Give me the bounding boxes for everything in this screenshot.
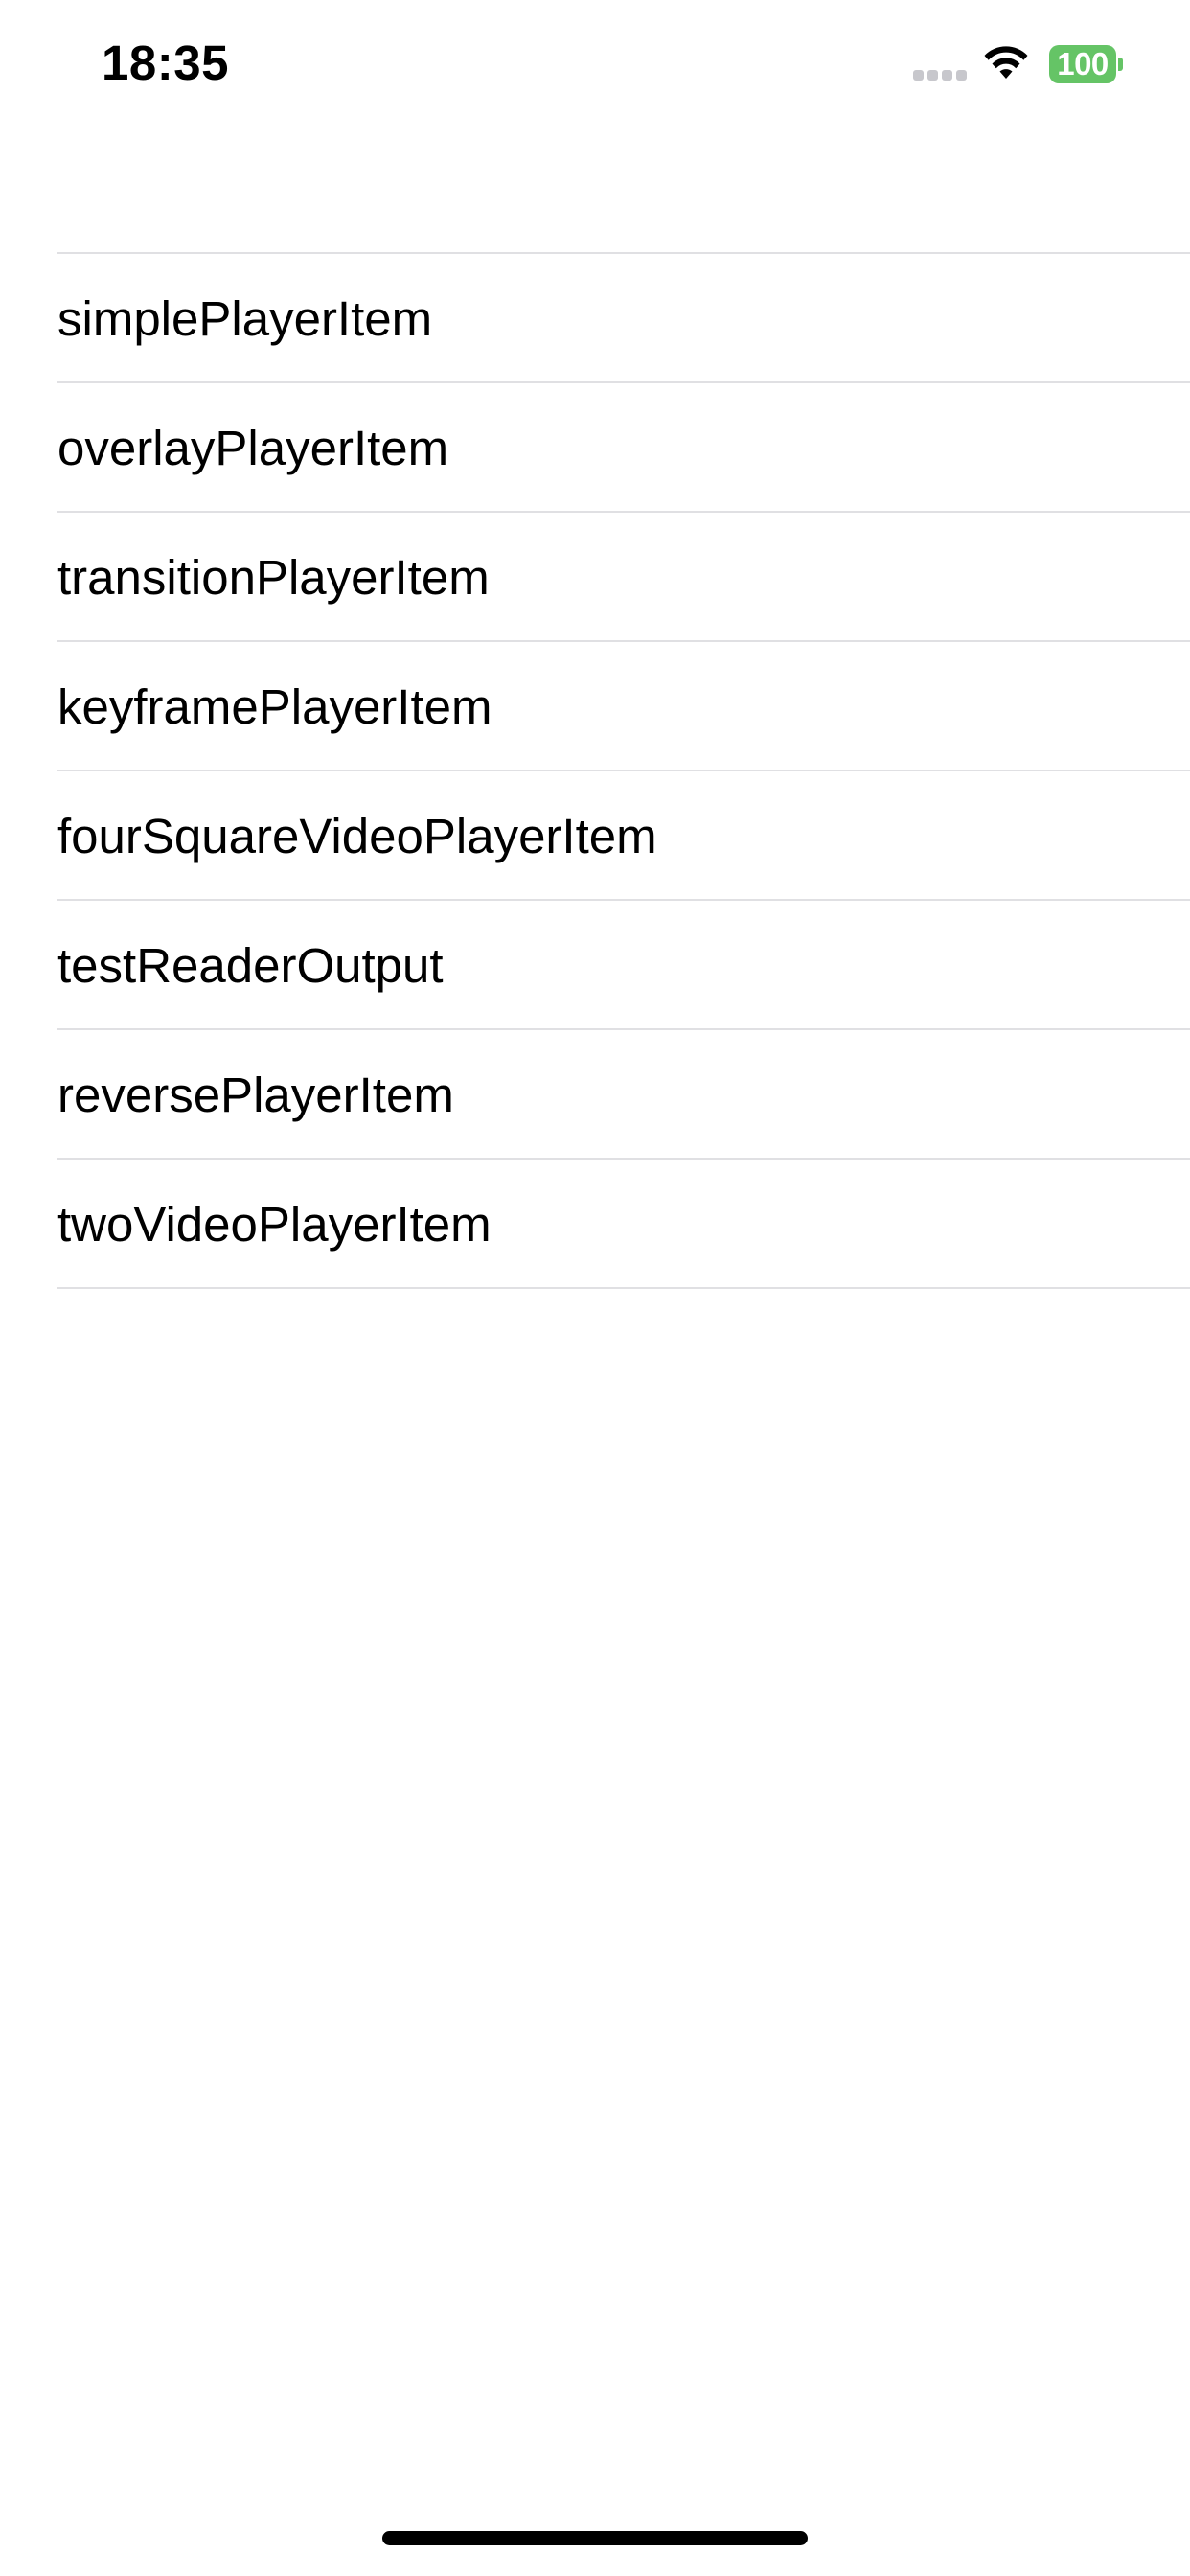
list-item-label: transitionPlayerItem: [57, 550, 490, 605]
wifi-icon: [984, 46, 1028, 79]
list-item-label: overlayPlayerItem: [57, 421, 449, 475]
list-item-four-square-video-player-item[interactable]: fourSquareVideoPlayerItem: [0, 771, 1190, 901]
list-item-label: reversePlayerItem: [57, 1068, 454, 1122]
list-item-label: twoVideoPlayerItem: [57, 1197, 492, 1252]
battery-tip: [1118, 58, 1123, 71]
list-item-label: testReaderOutput: [57, 938, 444, 993]
list-item-label: fourSquareVideoPlayerItem: [57, 809, 657, 863]
list-item-overlay-player-item[interactable]: overlayPlayerItem: [0, 383, 1190, 513]
list-item-simple-player-item[interactable]: simplePlayerItem: [0, 254, 1190, 383]
list-item-keyframe-player-item[interactable]: keyframePlayerItem: [0, 642, 1190, 771]
status-time: 18:35: [102, 35, 229, 90]
player-item-list: simplePlayerItem overlayPlayerItem trans…: [0, 252, 1190, 1289]
list-item-test-reader-output[interactable]: testReaderOutput: [0, 901, 1190, 1030]
list-item-two-video-player-item[interactable]: twoVideoPlayerItem: [0, 1160, 1190, 1289]
list-item-reverse-player-item[interactable]: reversePlayerItem: [0, 1030, 1190, 1160]
home-indicator[interactable]: [382, 2531, 808, 2545]
battery-icon: 100: [1049, 45, 1123, 83]
status-bar: 18:35 100: [0, 0, 1190, 126]
battery-level: 100: [1049, 45, 1116, 83]
list-item-label: keyframePlayerItem: [57, 679, 492, 734]
list-item-transition-player-item[interactable]: transitionPlayerItem: [0, 513, 1190, 642]
list-item-label: simplePlayerItem: [57, 291, 433, 346]
signal-dots-icon: [913, 70, 967, 80]
